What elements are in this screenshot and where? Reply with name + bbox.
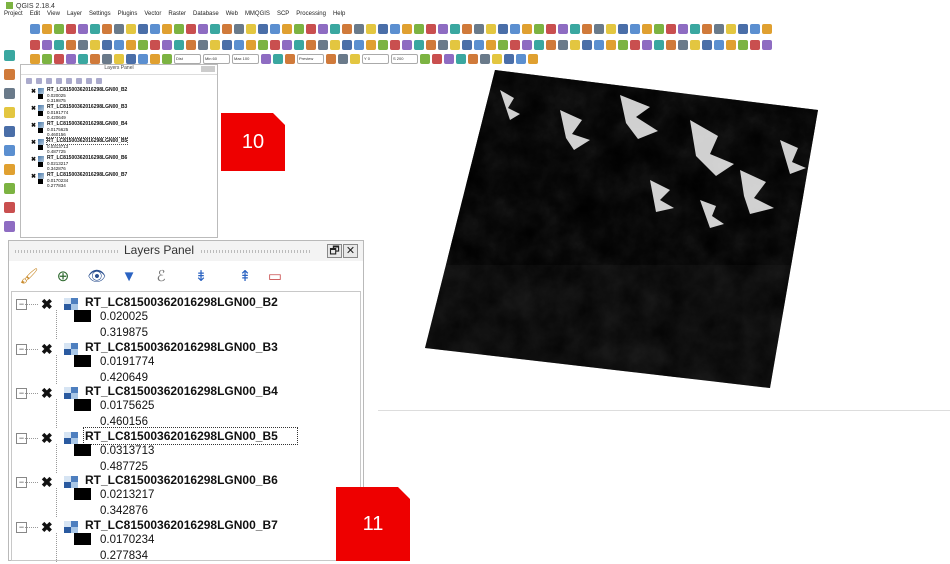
- tree-connector: [25, 482, 38, 483]
- min-value: 0.020025: [100, 311, 148, 323]
- min-value: 0.0175625: [100, 400, 155, 412]
- remove-layer-icon[interactable]: ▭: [263, 268, 287, 286]
- layer-item[interactable]: − ✖ RT_LC81500362016298LGN00_B2 0.020025 0.3…: [12, 295, 360, 341]
- layer-name[interactable]: RT_LC81500362016298LGN00_B7: [85, 518, 278, 532]
- raster-layer-icon: [64, 476, 78, 488]
- tree-connector: [56, 354, 57, 384]
- tree-connector: [25, 304, 38, 305]
- layers-panel-header: Layers Panel 🗗 ✕: [9, 241, 363, 261]
- max-value: 0.460156: [100, 416, 148, 428]
- color-ramp-swatch: [74, 354, 91, 367]
- expression-filter-icon[interactable]: ℰ: [149, 268, 173, 286]
- expand-all-icon[interactable]: ⇟: [189, 268, 213, 286]
- layer-name[interactable]: RT_LC81500362016298LGN00_B3: [85, 340, 278, 354]
- filter-icon[interactable]: ▼: [117, 268, 141, 286]
- layer-item[interactable]: − ✖ RT_LC81500362016298LGN00_B4 0.0175625 0.…: [12, 384, 360, 430]
- layer-item[interactable]: − ✖ RT_LC81500362016298LGN00_B7 0.0170234 0.…: [12, 518, 360, 564]
- layer-tree: − ✖ RT_LC81500362016298LGN00_B2 0.020025 0.3…: [11, 291, 361, 564]
- color-ramp-swatch: [74, 443, 91, 456]
- tree-connector: [25, 393, 38, 394]
- callout-label: 10: [221, 113, 285, 171]
- callout-label: 11: [336, 487, 410, 561]
- raster-layer-icon: [64, 387, 78, 399]
- color-ramp-swatch: [74, 532, 91, 545]
- min-value: 0.0213217: [100, 489, 155, 501]
- min-value: 0.0313713: [100, 444, 155, 457]
- layer-item[interactable]: − ✖ RT_LC81500362016298LGN00_B3 0.0191774 0.…: [12, 340, 360, 386]
- tree-connector: [25, 526, 38, 528]
- layer-name[interactable]: RT_LC81500362016298LGN00_B2: [85, 295, 278, 309]
- raster-layer-icon: [64, 431, 78, 444]
- layer-name[interactable]: RT_LC81500362016298LGN00_B6: [85, 473, 278, 487]
- add-group-icon[interactable]: ⊕: [51, 268, 75, 286]
- satellite-raster-image: [425, 70, 818, 388]
- color-ramp-swatch: [74, 488, 91, 500]
- max-value: 0.342876: [100, 505, 148, 517]
- color-ramp-swatch: [74, 310, 91, 322]
- layer-item[interactable]: − ✖ RT_LC81500362016298LGN00_B6 0.0213217 0.…: [12, 473, 360, 519]
- color-ramp-swatch: [74, 399, 91, 411]
- max-value: 0.487725: [100, 460, 148, 473]
- raster-layer-icon: [64, 520, 78, 533]
- visibility-checkbox[interactable]: ✖: [41, 296, 53, 313]
- layer-name[interactable]: RT_LC81500362016298LGN00_B5: [83, 426, 298, 445]
- visibility-checkbox[interactable]: ✖: [41, 430, 53, 447]
- close-panel-button[interactable]: ✕: [343, 244, 358, 258]
- tree-connector: [56, 443, 57, 473]
- tree-connector: [25, 348, 38, 350]
- layer-name[interactable]: RT_LC81500362016298LGN00_B4: [85, 384, 278, 398]
- min-value: 0.0170234: [100, 533, 155, 546]
- min-value: 0.0191774: [100, 355, 155, 368]
- tree-connector: [56, 310, 57, 339]
- tree-connector: [56, 399, 57, 428]
- visibility-checkbox[interactable]: ✖: [41, 474, 53, 491]
- tree-connector: [25, 437, 38, 439]
- collapse-all-icon[interactable]: ⇞: [233, 268, 257, 286]
- visibility-checkbox[interactable]: ✖: [41, 385, 53, 402]
- raster-layer-icon: [64, 342, 78, 355]
- layers-panel-title: Layers Panel: [117, 243, 201, 257]
- canvas-divider: [378, 410, 950, 411]
- layers-panel: Layers Panel 🗗 ✕ 🖌 ⊕ 👁 ▼ ℰ ⇟ ⇞ ▭ − ✖ RT_LC8150036…: [8, 240, 364, 564]
- tree-connector: [56, 488, 57, 517]
- paint-brush-icon[interactable]: 🖌: [17, 268, 41, 286]
- eye-icon[interactable]: 👁: [85, 268, 109, 286]
- max-value: 0.420649: [100, 371, 148, 384]
- visibility-checkbox[interactable]: ✖: [41, 341, 53, 358]
- max-value: 0.319875: [100, 327, 148, 339]
- layer-item[interactable]: − ✖ RT_LC81500362016298LGN00_B5 0.0313713 0.…: [12, 426, 360, 475]
- raster-layer-icon: [64, 298, 78, 310]
- visibility-checkbox[interactable]: ✖: [41, 519, 53, 536]
- max-value: 0.277834: [100, 549, 148, 562]
- tree-connector: [56, 532, 57, 562]
- layers-panel-toolbar: 🖌 ⊕ 👁 ▼ ℰ ⇟ ⇞ ▭: [9, 262, 363, 294]
- float-panel-button[interactable]: 🗗: [327, 244, 342, 258]
